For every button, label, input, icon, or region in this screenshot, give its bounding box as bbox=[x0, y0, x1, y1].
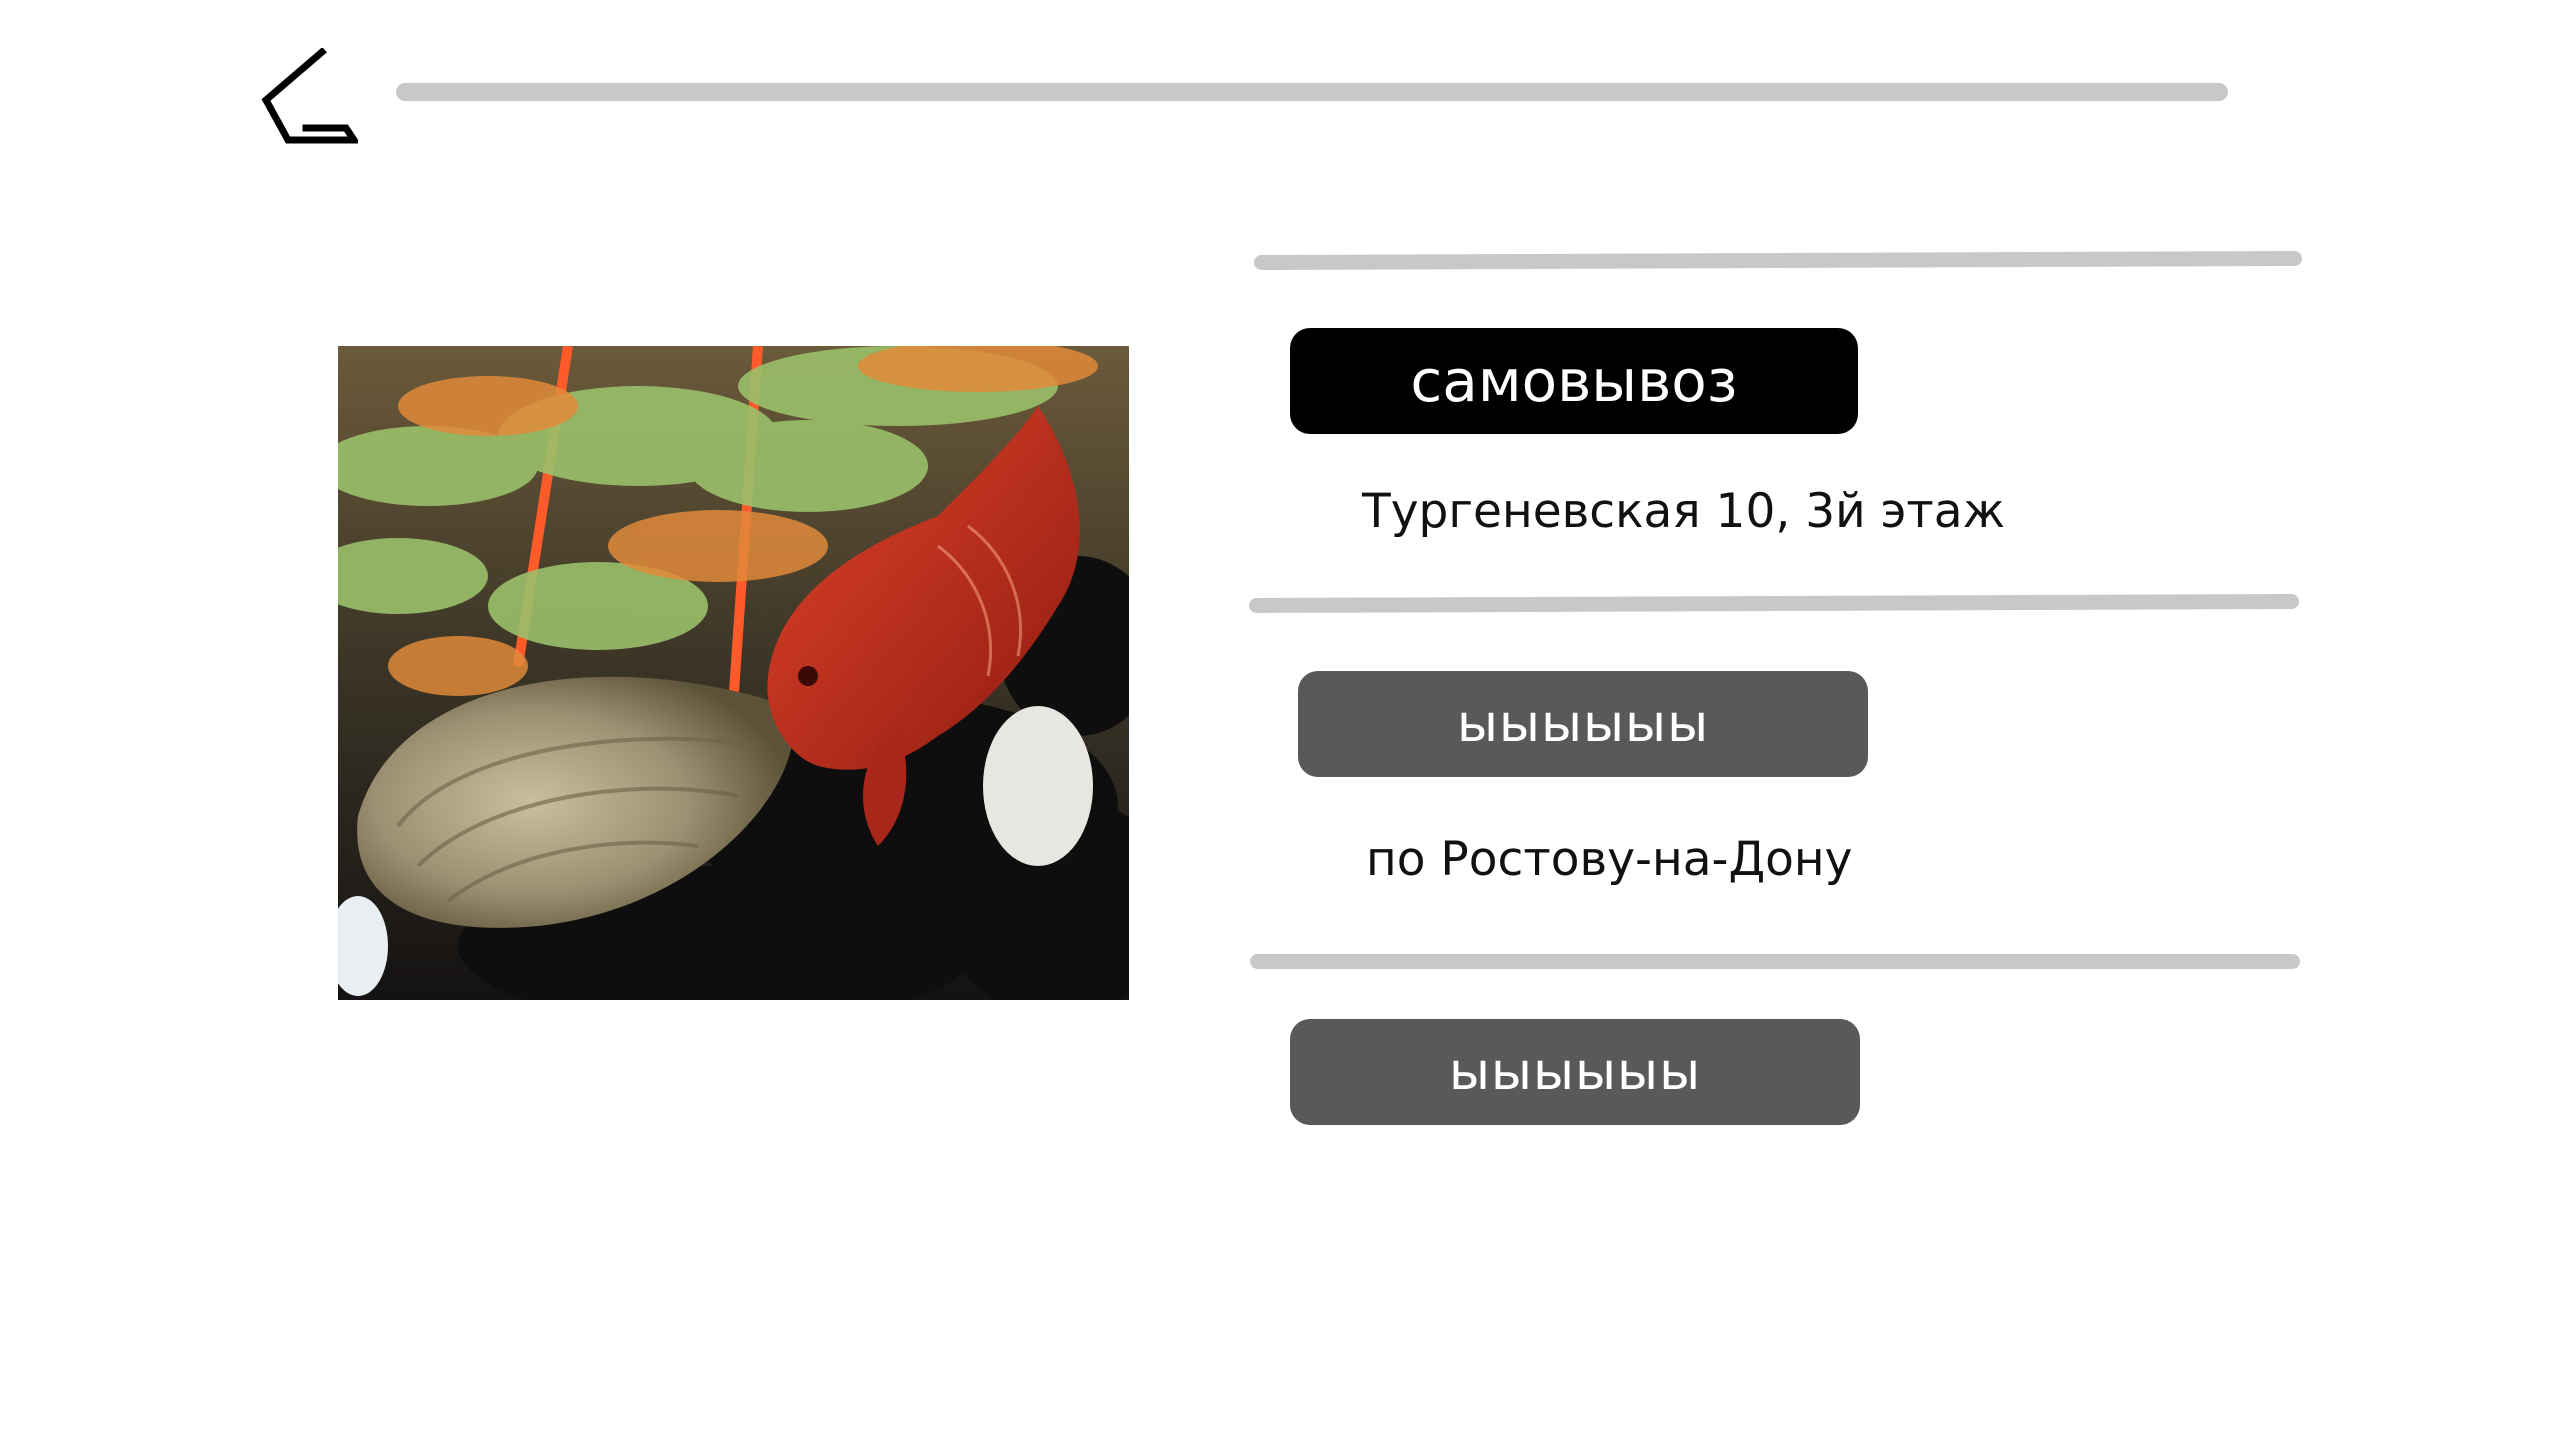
delivery-area-note: по Ростову-на-Дону bbox=[1366, 832, 1853, 887]
back-arrow-icon[interactable] bbox=[258, 48, 358, 148]
betta-fish-image bbox=[338, 346, 1129, 1000]
divider bbox=[1253, 250, 2303, 271]
product-photo bbox=[338, 346, 1129, 1000]
divider bbox=[1250, 954, 2300, 969]
delivery-option-button[interactable]: ыыыыыы bbox=[1298, 671, 1868, 777]
divider bbox=[1248, 593, 2300, 614]
pickup-option-button[interactable]: самовывоз bbox=[1290, 328, 1858, 434]
pickup-address: Тургеневская 10, 3й этаж bbox=[1362, 484, 2005, 539]
delivery-option-button-2[interactable]: ыыыыыы bbox=[1290, 1019, 1860, 1125]
delivery-page: самовывоз Тургеневская 10, 3й этаж ыыыыы… bbox=[0, 0, 2560, 1451]
header-bar bbox=[396, 83, 2228, 101]
